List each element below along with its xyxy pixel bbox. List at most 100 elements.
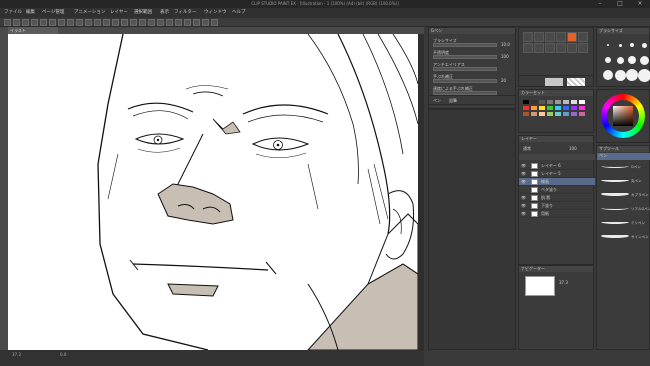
color-swatch[interactable] [563, 100, 569, 104]
eraser-icon[interactable] [545, 32, 555, 42]
layer-opacity[interactable]: 100 [569, 146, 577, 151]
layer-row[interactable]: 👁 下塗り [519, 202, 595, 210]
brush-size-preset[interactable] [607, 44, 609, 46]
brush-size-preset[interactable] [614, 69, 626, 81]
color-swatch[interactable] [539, 100, 545, 104]
color-swatch[interactable] [547, 100, 553, 104]
layer-row[interactable]: 👁 線画 [519, 178, 595, 186]
gradient-icon[interactable] [567, 32, 577, 42]
layer-row[interactable]: 👁 レイヤー 6 [519, 162, 595, 170]
command-button[interactable] [49, 19, 56, 26]
brush-size-preset[interactable] [639, 55, 649, 65]
brush-stroke-preview[interactable] [601, 234, 629, 238]
eye-icon[interactable]: 👁 [521, 171, 526, 176]
color-swatch[interactable] [563, 112, 569, 116]
menu-filter[interactable]: フィルター [174, 9, 196, 17]
brush-size-preset[interactable] [626, 69, 638, 81]
color-swatch[interactable] [539, 112, 545, 116]
color-swatch[interactable] [539, 106, 545, 110]
menu-help[interactable]: ヘルプ [232, 9, 246, 17]
command-button[interactable] [22, 19, 29, 26]
pen-icon[interactable] [534, 32, 544, 42]
layer-row[interactable]: ベタ塗り [519, 186, 595, 194]
selection-icon[interactable] [523, 43, 533, 53]
brush-size-preset[interactable] [641, 42, 647, 48]
tab-pen[interactable]: ペン [433, 98, 441, 104]
sub-tool-label[interactable]: カブラペン [631, 193, 649, 198]
transparent-swatch[interactable] [567, 78, 585, 86]
color-swatch[interactable] [563, 106, 569, 110]
menu-page[interactable]: ページ管理 [42, 9, 64, 17]
navigator-preview[interactable] [525, 276, 555, 296]
color-swatch[interactable] [555, 100, 561, 104]
brush-stroke-preview[interactable] [601, 220, 629, 224]
tool-property-value[interactable]: 100 [501, 54, 509, 59]
document-tab[interactable]: イラスト [8, 27, 58, 34]
command-button[interactable] [94, 19, 101, 26]
tool-property-value[interactable]: 10.0 [501, 42, 510, 47]
blend-mode-select[interactable]: 通常 [523, 146, 531, 152]
brush-size-preset[interactable] [637, 68, 650, 82]
brush-stroke-preview[interactable] [601, 164, 629, 168]
brush-size-preset[interactable] [618, 43, 622, 47]
command-button[interactable] [40, 19, 47, 26]
canvas-vertical-scrollbar[interactable] [418, 34, 424, 350]
command-button[interactable] [211, 19, 218, 26]
maximize-icon[interactable]: □ [610, 0, 630, 8]
color-swatch[interactable] [531, 106, 537, 110]
sub-tool-label[interactable]: リアルGペン [631, 207, 650, 212]
command-button[interactable] [202, 19, 209, 26]
color-swatch[interactable] [523, 112, 529, 116]
color-swatch[interactable] [579, 106, 585, 110]
menu-layer[interactable]: レイヤー [110, 9, 128, 17]
command-button[interactable] [148, 19, 155, 26]
sub-tool-tab-active[interactable]: ペン [597, 153, 650, 160]
command-button[interactable] [130, 19, 137, 26]
brush-size-preset[interactable] [603, 70, 613, 80]
layer-row[interactable]: 👁 肌 影 [519, 194, 595, 202]
brush-size-preset[interactable] [630, 43, 634, 47]
command-button[interactable] [13, 19, 20, 26]
command-button[interactable] [193, 19, 200, 26]
tool-property-slider[interactable] [433, 55, 497, 59]
layer-row[interactable]: 👁 レイヤー 5 [519, 170, 595, 178]
command-button[interactable] [121, 19, 128, 26]
color-swatch[interactable] [547, 112, 553, 116]
command-button[interactable] [58, 19, 65, 26]
close-icon[interactable]: × [630, 0, 650, 8]
brush-stroke-preview[interactable] [601, 178, 629, 182]
command-button[interactable] [139, 19, 146, 26]
eye-icon[interactable]: 👁 [521, 179, 526, 184]
zoom-readout[interactable]: 37.3 [12, 352, 21, 357]
eye-icon[interactable]: 👁 [521, 163, 526, 168]
command-button[interactable] [112, 19, 119, 26]
command-button[interactable] [67, 19, 74, 26]
command-button[interactable] [4, 19, 11, 26]
sub-tool-label[interactable]: サインペン [631, 235, 649, 240]
command-button[interactable] [103, 19, 110, 26]
color-swatch[interactable] [571, 100, 577, 104]
menu-edit[interactable]: 編集 [26, 9, 35, 17]
angle-readout[interactable]: 0.0 [60, 352, 66, 357]
move-icon[interactable] [534, 43, 544, 53]
color-swatch[interactable] [523, 106, 529, 110]
brush-size-preset[interactable] [605, 57, 611, 63]
command-button[interactable] [166, 19, 173, 26]
sub-tool-label[interactable]: 丸ペン [631, 179, 642, 184]
command-button[interactable] [76, 19, 83, 26]
brush-icon[interactable] [523, 32, 533, 42]
command-button[interactable] [157, 19, 164, 26]
eyedropper-icon[interactable] [567, 43, 577, 53]
eye-icon[interactable]: 👁 [521, 203, 526, 208]
tab-pencil[interactable]: 鉛筆 [449, 98, 457, 104]
tool-property-slider[interactable] [433, 79, 497, 83]
command-button[interactable] [184, 19, 191, 26]
brush-size-preset[interactable] [628, 56, 636, 64]
eye-icon[interactable] [521, 187, 526, 192]
canvas[interactable] [8, 34, 418, 350]
navigator-zoom[interactable]: 37.3 [559, 280, 568, 285]
menu-window[interactable]: ウィンドウ [204, 9, 227, 17]
command-button[interactable] [175, 19, 182, 26]
color-swatch[interactable] [555, 112, 561, 116]
command-button[interactable] [31, 19, 38, 26]
